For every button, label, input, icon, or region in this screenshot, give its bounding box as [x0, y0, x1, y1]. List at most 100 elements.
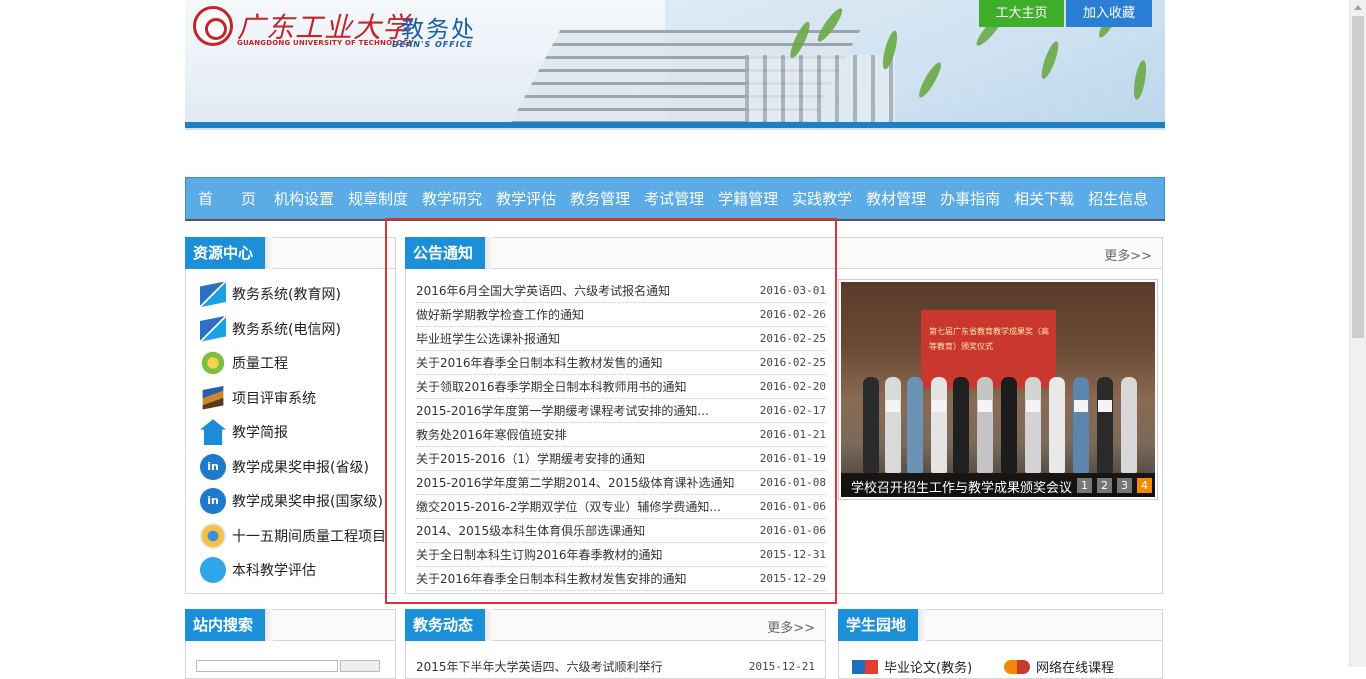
bird-icon — [200, 557, 226, 584]
certificate — [932, 400, 946, 412]
news-more-link[interactable]: 更多>> — [767, 617, 815, 636]
notice-date: 2016-01-08 — [759, 476, 826, 489]
notice-title: 关于2016年春季全日制本科生教材发售安排的通知 — [416, 572, 687, 586]
news-list: 2015年下半年大学英语四、六级考试顺利举行 2015-12-21 — [406, 641, 825, 678]
slideshow-caption[interactable]: 学校召开招生工作与教学成果颁奖会议 — [851, 477, 1072, 496]
person-figure — [953, 377, 969, 473]
notice-date: 2016-03-01 — [759, 284, 826, 297]
nav-item-exams[interactable]: 考试管理 — [644, 188, 704, 209]
notice-title: 关于领取2016春季学期全日制本科教师用书的通知 — [416, 380, 687, 394]
resource-label: 本科教学评估 — [232, 563, 316, 580]
scroll-up-arrow-icon[interactable] — [1354, 5, 1362, 10]
resource-link-quality-project[interactable]: 质量工程 — [186, 346, 395, 381]
nav-item-regulations[interactable]: 规章制度 — [348, 188, 408, 209]
main-nav: 首页 机构设置 规章制度 教学研究 教学评估 教务管理 考试管理 学籍管理 实践… — [185, 177, 1165, 221]
award-banner-text: 第七届广东省教育教学成果奖（高等教育）颁奖仪式 — [929, 327, 1049, 351]
slide-dot-4[interactable]: 4 — [1137, 478, 1152, 493]
add-favorite-button[interactable]: 加入收藏 — [1066, 0, 1152, 27]
notice-row[interactable]: 关于领取2016春季学期全日制本科教师用书的通知 2016-02-20 — [416, 375, 826, 399]
resource-label: 教学成果奖申报(省级) — [232, 459, 369, 476]
linkedin-icon: in — [200, 488, 226, 515]
notice-row[interactable]: 2015-2016学年度第二学期2014、2015级体育课补选通知... 2016… — [416, 471, 826, 495]
resource-link-award-provincial[interactable]: in 教学成果奖申报(省级) — [186, 450, 395, 485]
resource-center-title: 资源中心 — [185, 237, 274, 269]
notice-title: 教务处2016年寒假值班安排 — [416, 428, 567, 442]
resource-link-project-review[interactable]: 项目评审系统 — [186, 381, 395, 416]
zf-icon — [200, 281, 226, 308]
nav-item-student-status[interactable]: 学籍管理 — [718, 188, 778, 209]
person-figure — [977, 377, 993, 473]
resource-center-panel: 资源中心 教务系统(教育网) 教务系统(电信网) 质量工程 项目评审系统 教学简… — [185, 237, 396, 594]
nav-item-downloads[interactable]: 相关下载 — [1014, 188, 1074, 209]
notice-row[interactable]: 关于2016年春季全日制本科生教材发售的通知 2016-02-25 — [416, 351, 826, 375]
resource-link-edu-system[interactable]: 教务系统(教育网) — [186, 277, 395, 312]
search-input[interactable] — [196, 660, 338, 672]
nav-item-home[interactable]: 首页 — [198, 188, 284, 209]
nav-item-organization[interactable]: 机构设置 — [274, 188, 334, 209]
office-name-cn: 教务处 — [401, 17, 476, 43]
nav-item-practice[interactable]: 实践教学 — [792, 188, 852, 209]
notice-list: 2016年6月全国大学英语四、六级考试报名通知 2016-03-01 做好新学期教… — [406, 269, 836, 591]
slide-dot-2[interactable]: 2 — [1097, 478, 1112, 493]
notice-row[interactable]: 毕业班学生公选课补报通知 2016-02-25 — [416, 327, 826, 351]
panel-header: 教务动态 更多>> — [405, 609, 825, 641]
nav-item-teaching-evaluation[interactable]: 教学评估 — [496, 188, 556, 209]
notice-row[interactable]: 2016年6月全国大学英语四、六级考试报名通知 2016-03-01 — [416, 279, 826, 303]
nav-item-teaching-research[interactable]: 教学研究 — [422, 188, 482, 209]
notice-row[interactable]: 关于2015-2016（1）学期缓考安排的通知 2016-01-19 — [416, 447, 826, 471]
notices-more-link[interactable]: 更多>> — [1104, 245, 1152, 264]
person-figure — [863, 377, 879, 473]
resource-link-11th-five-year[interactable]: 十一五期间质量工程项目 — [186, 519, 395, 554]
university-seal-icon — [193, 6, 233, 46]
student-title: 学生园地 — [838, 609, 927, 641]
resource-link-undergrad-evaluation[interactable]: 本科教学评估 — [186, 553, 395, 588]
linkedin-icon: in — [200, 453, 226, 480]
notice-title: 2015-2016学年度第一学期缓考课程考试安排的通知... — [416, 404, 709, 418]
news-row-date: 2015-12-21 — [748, 659, 815, 673]
person-figure — [1097, 377, 1113, 473]
news-slideshow[interactable]: 第七届广东省教育教学成果奖（高等教育）颁奖仪式 学校召开招生工作与教学成果颁奖会… — [838, 279, 1158, 500]
notice-row[interactable]: 2014、2015级本科生体育俱乐部选课通知 2016-01-06 — [416, 519, 826, 543]
flower-icon — [200, 522, 226, 549]
notice-row[interactable]: 教务处2016年寒假值班安排 2016-01-21 — [416, 423, 826, 447]
search-button[interactable] — [340, 660, 380, 672]
notice-row[interactable]: 关于2016年春季全日制本科生教材发售安排的通知 2015-12-29 — [416, 567, 826, 591]
certificate — [1074, 400, 1088, 412]
slide-dot-3[interactable]: 3 — [1117, 478, 1132, 493]
notice-date: 2016-01-21 — [759, 428, 826, 441]
notice-date: 2016-01-06 — [759, 524, 826, 537]
nav-item-academic-affairs[interactable]: 教务管理 — [570, 188, 630, 209]
slideshow-caption-bar: 学校召开招生工作与教学成果颁奖会议 1 2 3 4 — [841, 473, 1155, 497]
notice-title: 关于2016年春季全日制本科生教材发售的通知 — [416, 356, 663, 370]
scrollbar-thumb[interactable] — [1352, 16, 1364, 338]
gear-icon — [200, 350, 226, 377]
notice-row[interactable]: 2015-2016学年度第一学期缓考课程考试安排的通知... 2016-02-17 — [416, 399, 826, 423]
resource-link-teaching-brief[interactable]: 教学简报 — [186, 415, 395, 450]
panel-header: 资源中心 — [185, 237, 395, 269]
slide-dot-1[interactable]: 1 — [1077, 478, 1092, 493]
notice-title: 2015-2016学年度第二学期2014、2015级体育课补选通知... — [416, 476, 736, 490]
notice-date: 2016-01-06 — [759, 500, 826, 513]
resource-link-award-national[interactable]: in 教学成果奖申报(国家级) — [186, 484, 395, 519]
nav-item-textbooks[interactable]: 教材管理 — [866, 188, 926, 209]
news-row[interactable]: 2015年下半年大学英语四、六级考试顺利举行 2015-12-21 — [416, 654, 815, 678]
vertical-scrollbar[interactable] — [1349, 0, 1366, 667]
resource-label: 项目评审系统 — [232, 390, 316, 407]
certificate — [1098, 400, 1112, 412]
notice-title: 2014、2015级本科生体育俱乐部选课通知 — [416, 524, 646, 538]
school-name-en: GUANGDONG UNIVERSITY OF TECHNOLOGY — [237, 39, 414, 47]
news-title: 教务动态 — [405, 609, 494, 641]
notice-date: 2015-12-29 — [759, 572, 826, 585]
nav-item-guide[interactable]: 办事指南 — [940, 188, 1000, 209]
university-home-button[interactable]: 工大主页 — [979, 0, 1064, 27]
slideshow-photo: 第七届广东省教育教学成果奖（高等教育）颁奖仪式 学校召开招生工作与教学成果颁奖会… — [841, 282, 1155, 497]
banner-building-pillars — [745, 55, 895, 125]
notice-row[interactable]: 关于全日制本科生订购2016年春季教材的通知 2015-12-31 — [416, 543, 826, 567]
resource-link-telecom-system[interactable]: 教务系统(电信网) — [186, 312, 395, 347]
notice-row[interactable]: 缴交2015-2016-2学期双学位（双专业）辅修学费通知... 2016-01-… — [416, 495, 826, 519]
nav-item-admissions[interactable]: 招生信息 — [1088, 188, 1148, 209]
notice-row[interactable]: 做好新学期教学检查工作的通知 2016-02-26 — [416, 303, 826, 327]
news-row-title: 2015年下半年大学英语四、六级考试顺利举行 — [416, 659, 663, 674]
resource-label: 十一五期间质量工程项目 — [232, 528, 386, 545]
person-figure — [1049, 377, 1065, 473]
